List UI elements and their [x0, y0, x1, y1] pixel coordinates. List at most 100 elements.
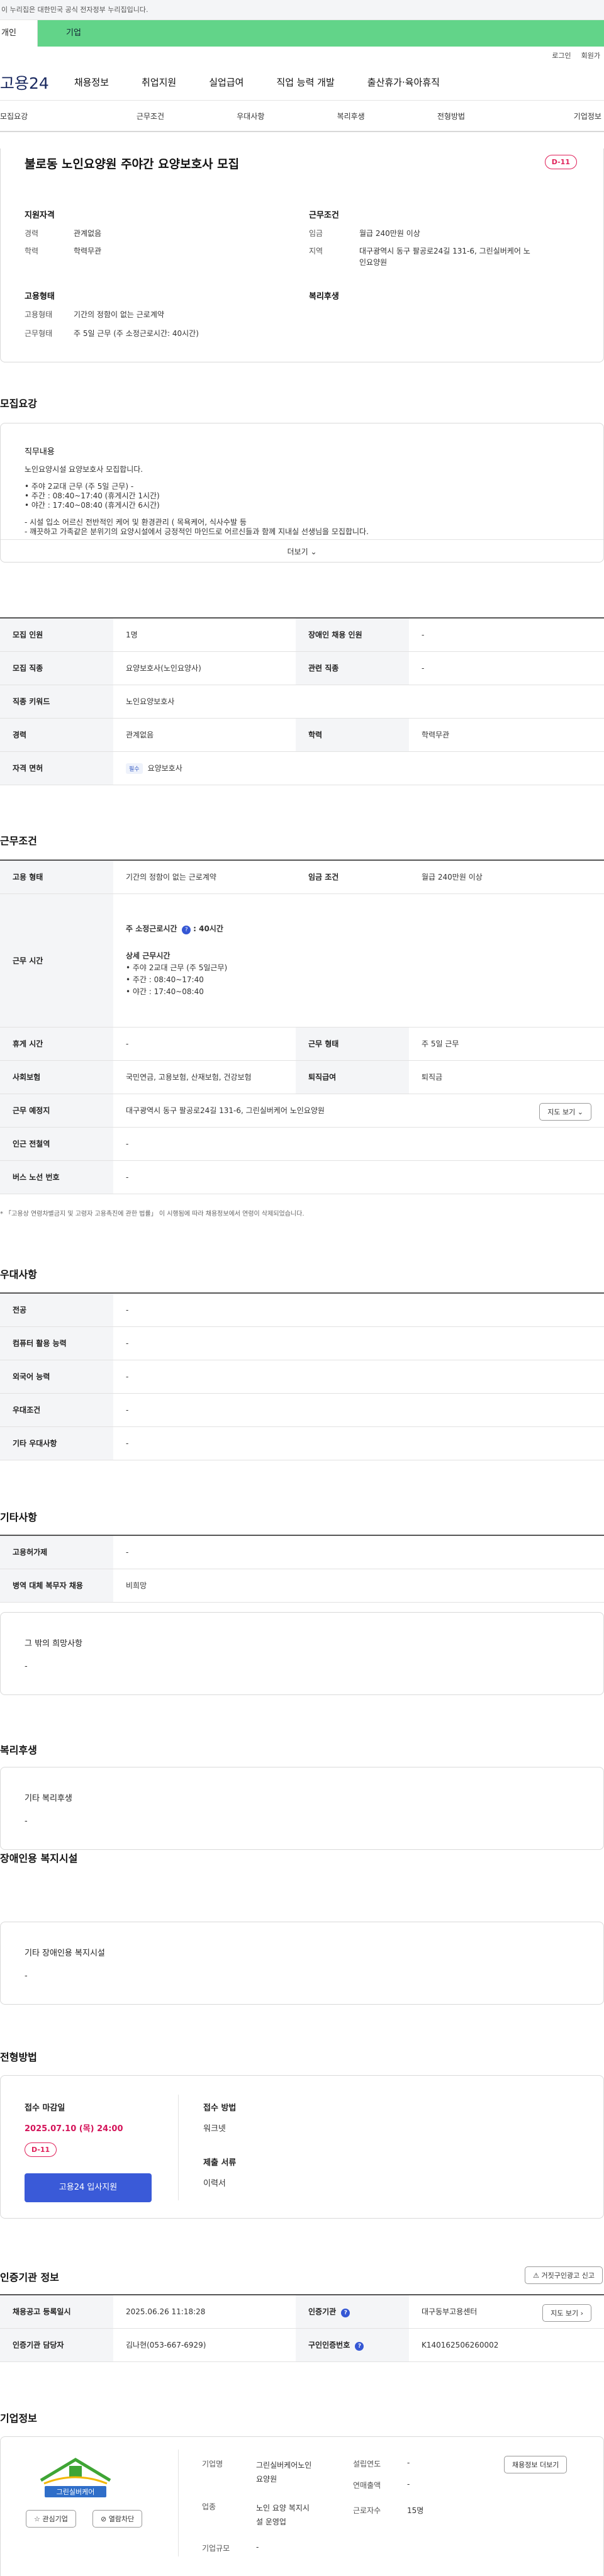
row-value: - — [409, 618, 604, 652]
row-value: - — [113, 1426, 604, 1460]
duty-line: • 야간 : 17:40~08:40 (휴게시간 6시간) — [25, 501, 160, 510]
disab-card-value: - — [25, 1971, 28, 1981]
row-value: - — [113, 1326, 604, 1360]
hours-line: • 주간 : 08:40~17:40 — [126, 975, 204, 984]
emptype-key: 고용형태 — [25, 310, 53, 319]
row-value: - — [113, 1160, 604, 1194]
sales-key: 연매출액 — [353, 2481, 381, 2490]
section-nav-process[interactable]: 전형방법 — [401, 111, 501, 121]
row-key: 근무 시간 — [0, 893, 113, 1028]
section-nav-recruit[interactable]: 모집요강 — [0, 111, 100, 121]
more-button[interactable]: 더보기 ⌄ — [1, 539, 603, 563]
company-name-line2: 요양원 — [256, 2475, 277, 2484]
table-row: 외국어 능력 - — [0, 1360, 604, 1394]
duty-line: • 주간 : 08:40~17:40 (휴게시간 1시간) — [25, 491, 160, 500]
work-heading: 근무조건 — [0, 835, 37, 847]
sales-value: - — [407, 2480, 410, 2489]
row-value: 1명 — [113, 618, 296, 652]
row-value: - — [113, 1027, 296, 1061]
duty-line: - 깨끗하고 가족같은 분위기의 요양시설에서 긍정적인 마인드로 어르신들과 … — [25, 527, 369, 536]
row-key: 우대조건 — [0, 1393, 113, 1427]
company-logo: 그린실버케어 — [35, 2452, 116, 2502]
divider — [178, 2450, 179, 2556]
apply-button[interactable]: 고용24 입사지원 — [25, 2173, 152, 2202]
report-fake-ad-button[interactable]: ⚠ 거짓구인광고 신고 — [525, 2266, 603, 2284]
detail-hours-label: 상세 근무시간 — [126, 951, 171, 960]
section-nav-welfare[interactable]: 복리후생 — [301, 111, 401, 121]
company-jobs-button[interactable]: 채용정보 더보기 — [504, 2456, 568, 2473]
row-value: 관계없음 — [113, 718, 296, 752]
table-row: 자격 면허 필수 요양보호사 — [0, 751, 604, 785]
work-table: 고용 형태 기간의 정함이 없는 근로계약 임금 조건 월급 240만원 이상 근무 … — [0, 860, 604, 1194]
row-key: 모집 인원 — [0, 618, 113, 652]
site-logo[interactable]: 고용24 — [0, 71, 49, 94]
section-nav-preferences[interactable]: 우대사항 — [201, 111, 301, 121]
gnb-item-skills[interactable]: 직업 능력 개발 — [276, 76, 334, 89]
section-nav-conditions[interactable]: 근무조건 — [100, 111, 200, 121]
row-value: 비희망 — [113, 1569, 604, 1603]
welfare-card-value: - — [25, 1817, 28, 1826]
row-key: 근무 예정지 — [0, 1094, 113, 1128]
row-key: 자격 면허 — [0, 751, 113, 785]
row-key: 고용허가제 — [0, 1535, 113, 1569]
row-value: - — [113, 1535, 604, 1569]
table-row: 휴게 시간 - 근무 형태 주 5일 근무 — [0, 1027, 604, 1061]
gnb-item-jobs[interactable]: 채용정보 — [74, 76, 109, 89]
worktype-value: 주 5일 근무 (주 소정근로시간: 40시간) — [74, 329, 199, 338]
table-row: 고용허가제 - — [0, 1535, 604, 1569]
signup-link[interactable]: 회원가 — [581, 50, 600, 60]
row-key: 직종 키워드 — [0, 685, 113, 719]
cert-map-button[interactable]: 지도 보기 › — [542, 2304, 591, 2322]
gnb-item-unemployment-benefit[interactable]: 실업급여 — [209, 76, 243, 89]
welfare-card: 기타 복리후생 - — [0, 1767, 604, 1850]
map-button[interactable]: 지도 보기 ⌄ — [539, 1102, 591, 1121]
row-key: 모집 직종 — [0, 651, 113, 685]
row-value: 요양보호사 — [147, 763, 182, 773]
tab-individual[interactable]: 개인 — [0, 20, 38, 47]
exp-key: 경력 — [25, 229, 39, 238]
row-key: 사회보험 — [0, 1060, 113, 1094]
table-row: 모집 인원 1명 장애인 채용 인원 - — [0, 618, 604, 652]
block-view-button[interactable]: ⊘ 열람차단 — [92, 2510, 143, 2528]
row-key: 퇴직급여 — [296, 1060, 409, 1094]
worktype-key: 근무형태 — [25, 329, 53, 338]
row-value: 퇴직금 — [409, 1060, 604, 1094]
gnb-item-employment-support[interactable]: 취업지원 — [142, 76, 176, 89]
info-icon[interactable]: ? — [355, 2341, 364, 2351]
info-icon[interactable]: ? — [182, 925, 191, 934]
company-card: 그린실버케어 ☆ 관심기업 ⊘ 열람차단 기업명 그린실버케어노인 요양원 설립연… — [0, 2436, 604, 2576]
other-wishes-value: - — [25, 1662, 28, 1671]
duty-line: - 시설 입소 어르신 전반적인 케어 및 환경관리 ( 목욕케어, 식사수발 … — [25, 518, 247, 527]
duty-line: 노인요양시설 요양보호사 모집합니다. — [25, 465, 143, 474]
row-key: 고용 형태 — [0, 860, 113, 894]
biz-line2: 설 운영업 — [256, 2517, 286, 2526]
tab-corporate[interactable]: 기업 — [38, 20, 604, 47]
duty-line: • 주야 2교대 근무 (주 5일 근무) - — [25, 482, 134, 491]
hours-line: • 주야 2교대 근무 (주 5일근무) — [126, 963, 228, 972]
biz-key: 업종 — [202, 2502, 216, 2511]
size-key: 기업규모 — [202, 2544, 230, 2553]
section-nav-company[interactable]: 기업정보 — [501, 111, 604, 121]
employees-value: 15명 — [407, 2506, 424, 2515]
favorite-company-button[interactable]: ☆ 관심기업 — [26, 2510, 76, 2528]
edu-value: 학력무관 — [74, 247, 102, 255]
login-link[interactable]: 로그인 — [552, 50, 571, 60]
row-key: 구인인증번호 — [308, 2340, 350, 2349]
row-value: 월급 240만원 이상 — [409, 860, 604, 894]
recruit-heading: 모집요강 — [0, 398, 37, 410]
chevron-right-icon: › — [580, 2309, 583, 2317]
disab-heading: 장애인용 복지시설 — [0, 1852, 78, 1864]
row-value: - — [409, 651, 604, 685]
info-icon[interactable]: ? — [341, 2308, 350, 2317]
cert-heading: 인증기관 정보 — [0, 2271, 59, 2283]
edu-key: 학력 — [25, 247, 39, 255]
favorite-label: 관심기업 — [42, 2515, 68, 2523]
size-value: - — [256, 2543, 259, 2551]
company-name-line1: 그린실버케어노인 — [256, 2461, 312, 2470]
area-value-line2: 인요양원 — [359, 258, 388, 267]
other-wishes-card: 그 밖의 희망사항 - — [0, 1612, 604, 1695]
gnb-item-leave[interactable]: 출산휴가·육아휴직 — [367, 76, 440, 89]
employees-key: 근로자수 — [353, 2506, 381, 2515]
duty-card: 직무내용 노인요양시설 요양보호사 모집합니다. • 주야 2교대 근무 (주 … — [0, 423, 604, 563]
row-value: 김나현(053-667-6929) — [113, 2328, 296, 2362]
